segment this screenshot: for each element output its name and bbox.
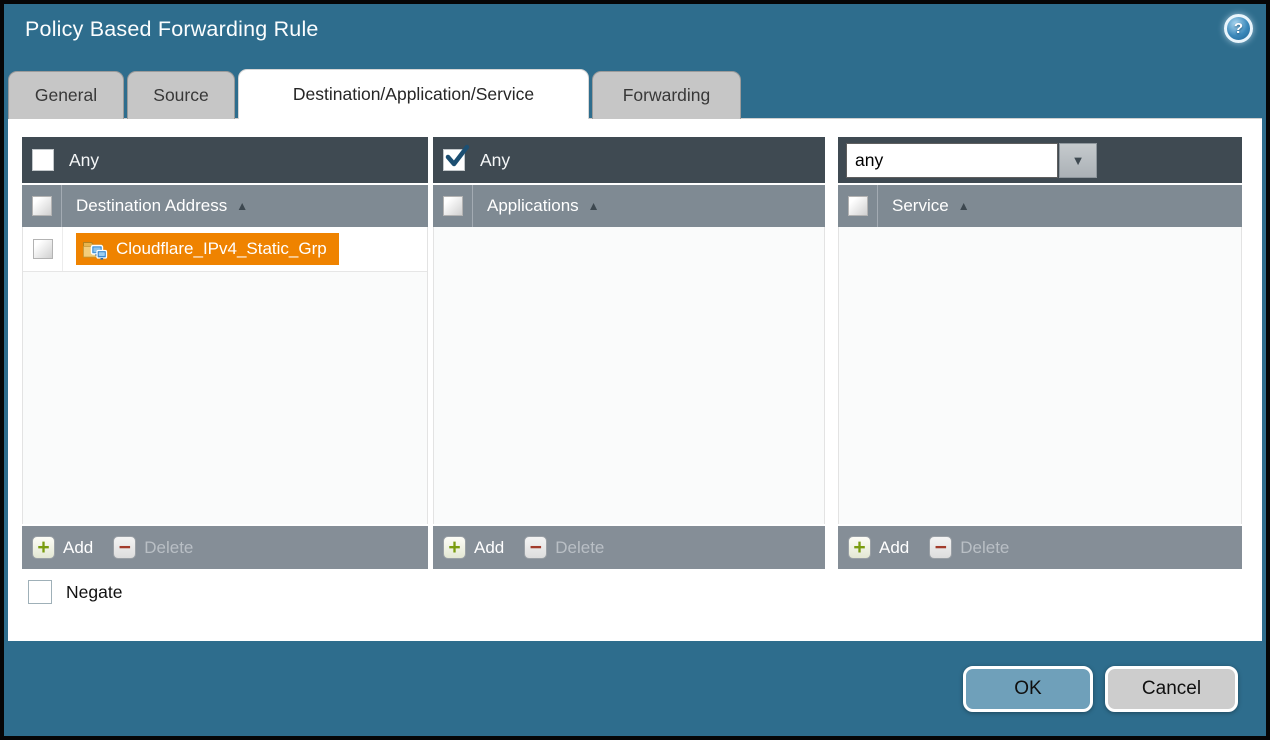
service-add-button[interactable]: + Add: [848, 536, 909, 559]
destination-header-sort[interactable]: Destination Address ▲: [76, 196, 248, 216]
applications-add-button[interactable]: + Add: [443, 536, 504, 559]
destination-delete-label: Delete: [144, 538, 193, 558]
tab-destination-application-service[interactable]: Destination/Application/Service: [238, 69, 589, 119]
applications-column: Any Applications ▲ + Add − Delete: [433, 137, 825, 569]
destination-address-list: Cloudflare_IPv4_Static_Grp: [22, 227, 428, 524]
tab-general[interactable]: General: [8, 71, 124, 119]
sort-ascending-icon: ▲: [588, 200, 600, 212]
service-dropdown[interactable]: any ▼: [846, 143, 1097, 178]
table-row: Cloudflare_IPv4_Static_Grp: [23, 227, 427, 272]
destination-address-entry[interactable]: Cloudflare_IPv4_Static_Grp: [76, 233, 339, 265]
destination-header-label: Destination Address: [76, 196, 227, 216]
sort-ascending-icon: ▲: [236, 200, 248, 212]
applications-header-checkbox-gutter: [433, 185, 473, 227]
destination-address-column: Any Destination Address ▲: [22, 137, 428, 569]
applications-delete-button[interactable]: − Delete: [524, 536, 604, 559]
tab-general-label: General: [35, 85, 97, 106]
tab-forwarding-label: Forwarding: [623, 85, 711, 106]
destination-any-label: Any: [69, 150, 99, 171]
add-plus-icon: +: [32, 536, 55, 559]
applications-any-label: Any: [480, 150, 510, 171]
sort-ascending-icon: ▲: [958, 200, 970, 212]
dialog-title: Policy Based Forwarding Rule: [25, 17, 319, 42]
applications-add-label: Add: [474, 538, 504, 558]
applications-footer-bar: + Add − Delete: [433, 526, 825, 569]
help-question-glyph: ?: [1234, 20, 1243, 37]
applications-delete-label: Delete: [555, 538, 604, 558]
destination-header-checkbox-gutter: [22, 185, 62, 227]
tab-source[interactable]: Source: [127, 71, 235, 119]
negate-label: Negate: [66, 582, 122, 603]
cancel-button[interactable]: Cancel: [1105, 666, 1238, 712]
service-column: any ▼ Service ▲ + Add − Delete: [838, 137, 1242, 569]
tab-destination-label: Destination/Application/Service: [293, 84, 534, 105]
service-column-header: Service ▲: [838, 185, 1242, 227]
service-delete-button[interactable]: − Delete: [929, 536, 1009, 559]
service-dropdown-button[interactable]: ▼: [1059, 143, 1097, 178]
delete-minus-icon: −: [113, 536, 136, 559]
address-group-icon: [82, 238, 108, 260]
service-delete-label: Delete: [960, 538, 1009, 558]
destination-any-bar: Any: [22, 137, 428, 183]
destination-footer-bar: + Add − Delete: [22, 526, 428, 569]
service-dropdown-bar: any ▼: [838, 137, 1242, 183]
service-header-label: Service: [892, 196, 949, 216]
negate-checkbox[interactable]: [28, 580, 52, 604]
service-header-checkbox-gutter: [838, 185, 878, 227]
service-header-sort[interactable]: Service ▲: [892, 196, 970, 216]
applications-select-all-checkbox[interactable]: [443, 196, 463, 216]
applications-any-checkbox[interactable]: [443, 149, 465, 171]
tab-content-panel: Any Destination Address ▲: [8, 118, 1262, 641]
destination-any-checkbox[interactable]: [32, 149, 54, 171]
applications-any-bar: Any: [433, 137, 825, 183]
applications-column-header: Applications ▲: [433, 185, 825, 227]
tab-forwarding[interactable]: Forwarding: [592, 71, 741, 119]
applications-header-label: Applications: [487, 196, 579, 216]
negate-row: Negate: [28, 580, 122, 604]
ok-button[interactable]: OK: [963, 666, 1093, 712]
add-plus-icon: +: [443, 536, 466, 559]
delete-minus-icon: −: [929, 536, 952, 559]
service-select-all-checkbox[interactable]: [848, 196, 868, 216]
delete-minus-icon: −: [524, 536, 547, 559]
service-list: [838, 227, 1242, 524]
destination-add-label: Add: [63, 538, 93, 558]
chevron-down-icon: ▼: [1072, 154, 1085, 167]
checkmark-icon: [444, 143, 470, 171]
tab-source-label: Source: [153, 85, 208, 106]
tab-bar: General Source Destination/Application/S…: [8, 70, 741, 119]
service-add-label: Add: [879, 538, 909, 558]
service-footer-bar: + Add − Delete: [838, 526, 1242, 569]
ok-button-label: OK: [1014, 678, 1041, 700]
cancel-button-label: Cancel: [1142, 678, 1201, 700]
applications-list: [433, 227, 825, 524]
destination-column-header: Destination Address ▲: [22, 185, 428, 227]
row-checkbox-gutter: [23, 227, 63, 271]
destination-select-all-checkbox[interactable]: [32, 196, 52, 216]
add-plus-icon: +: [848, 536, 871, 559]
help-icon[interactable]: ?: [1224, 14, 1253, 43]
destination-delete-button[interactable]: − Delete: [113, 536, 193, 559]
destination-address-entry-label: Cloudflare_IPv4_Static_Grp: [116, 239, 327, 259]
applications-header-sort[interactable]: Applications ▲: [487, 196, 600, 216]
row-checkbox[interactable]: [33, 239, 53, 259]
service-dropdown-value[interactable]: any: [846, 143, 1058, 178]
destination-add-button[interactable]: + Add: [32, 536, 93, 559]
